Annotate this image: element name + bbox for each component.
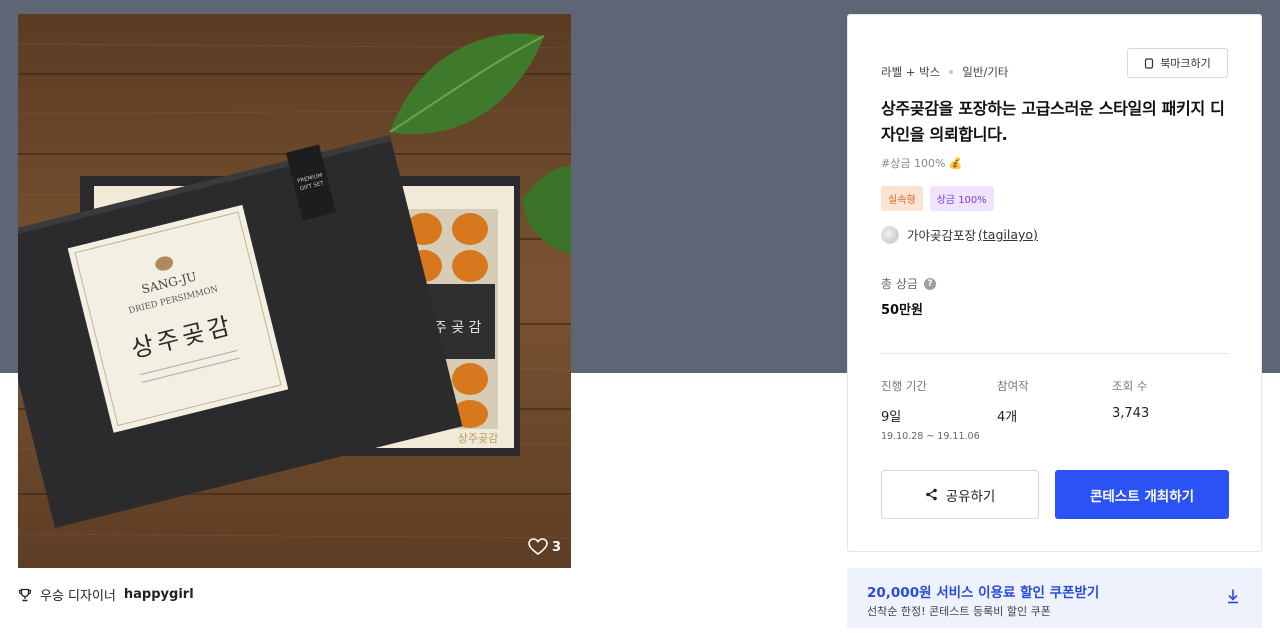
winner-designer: 우승 디자이너 happygirl [18,585,194,604]
stat-period-dates: 19.10.28 ~ 19.11.06 [881,431,980,442]
stat-entries-label: 참여작 [997,379,1029,393]
separator-dot [949,70,954,74]
stat-period-value: 9일 [881,410,902,425]
contest-info-card: 라벨 + 박스 일반/기타 북마크하기 상주곶감을 포장하는 고급스러운 스타일… [847,14,1262,552]
avatar [881,225,899,244]
share-button[interactable]: 공유하기 [881,470,1039,519]
stat-period-label: 진행 기간 [881,379,927,393]
like-count: 3 [551,539,561,555]
product-image[interactable]: 상 주 곶 감 상주곶감 SANG-JU DRIED PERSIMMON 상주곶… [18,14,571,568]
stat-views: 조회 수 3,743 [1112,378,1149,421]
stat-entries: 참여작 4개 [997,378,1029,425]
help-icon[interactable]: ? [923,277,936,290]
stat-entries-value: 4개 [997,410,1018,425]
prize-value: 50만원 [881,303,924,318]
contest-tagline: #상금 100% 💰 [881,157,963,170]
badge-value: 실속형 [881,186,923,211]
stat-views-value: 3,743 [1112,406,1150,421]
winner-name[interactable]: happygirl [124,587,194,602]
coupon-banner[interactable]: 20,000원 서비스 이용료 할인 쿠폰받기 선착순 한정! 콘테스트 등록비… [847,568,1262,628]
coupon-title: 20,000원 서비스 이용료 할인 쿠폰받기 [867,585,1100,601]
divider [881,353,1228,354]
stat-period: 진행 기간 9일 19.10.28 ~ 19.11.06 [881,378,980,442]
client-handle[interactable]: (tagilayo) [978,227,1038,242]
client-info[interactable]: 가야곶감포장 (tagilayo) [881,225,1038,244]
heart-icon [528,538,548,555]
coupon-subtitle: 선착순 한정! 콘테스트 등록비 할인 쿠폰 [867,605,1051,618]
client-name: 가야곶감포장 [907,228,977,243]
host-contest-button[interactable]: 콘테스트 개최하기 [1055,470,1229,519]
download-icon[interactable] [1226,588,1240,604]
contest-title: 상주곶감을 포장하는 고급스러운 스타일의 패키지 디자인을 의뢰합니다. [881,99,1225,144]
product-illustration: 상 주 곶 감 상주곶감 SANG-JU DRIED PERSIMMON 상주곶… [18,14,571,568]
bookmark-icon [1145,57,1154,69]
bookmark-label: 북마크하기 [1160,57,1211,70]
share-icon [925,488,937,501]
prize-label: 총 상금 ? [881,275,936,292]
winner-label: 우승 디자이너 [40,589,116,604]
like-counter[interactable]: 3 [528,538,561,556]
badge-group: 실속형 상금 100% [881,186,994,211]
subcategory-label[interactable]: 일반/기타 [962,64,1008,80]
bookmark-button[interactable]: 북마크하기 [1127,48,1228,78]
category-label[interactable]: 라벨 + 박스 [881,64,940,80]
trophy-icon [18,588,32,601]
category-breadcrumb: 라벨 + 박스 일반/기타 [881,64,1008,80]
badge-prize: 상금 100% [929,186,994,211]
svg-text:상주곶감: 상주곶감 [458,432,498,445]
share-label: 공유하기 [945,488,996,505]
prize-label-text: 총 상금 [881,277,918,291]
stat-views-label: 조회 수 [1112,379,1148,393]
